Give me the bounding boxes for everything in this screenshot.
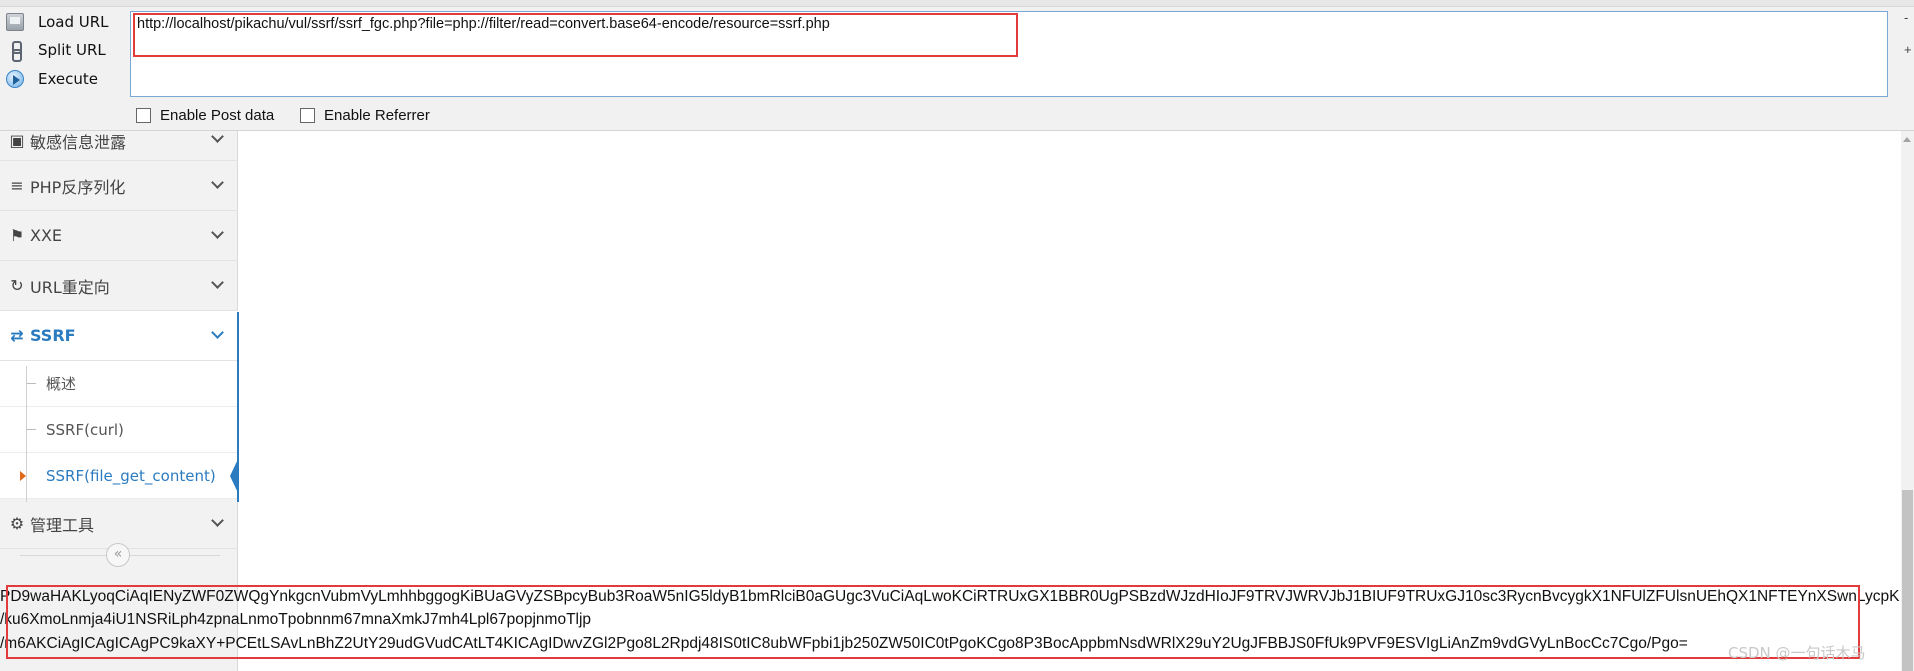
hackbar-toolbar: Load URL Split URL Execute http://localh… xyxy=(0,0,1914,131)
tree-dash xyxy=(26,429,36,430)
sidebar-collapse-button[interactable]: « xyxy=(106,543,130,567)
sidebar-item-url-redirect[interactable]: ↻ URL重定向 xyxy=(0,261,238,311)
sidebar-item-label: URL重定向 xyxy=(30,277,110,297)
csdn-watermark: CSDN @一句话木马 xyxy=(1728,644,1866,662)
execute-label: Execute xyxy=(38,70,98,88)
base64-output: PD9waHAKLyoqCiAqIENyZWF0ZWQgYnkgcnVubmVy… xyxy=(0,586,1900,656)
list-icon: ≡ xyxy=(10,175,24,195)
sidebar-item-label: XXE xyxy=(30,226,63,245)
enable-referrer-checkbox[interactable] xyxy=(300,108,315,123)
output-line: PD9waHAKLyoqCiAqIENyZWF0ZWQgYnkgcnVubmVy… xyxy=(0,588,1900,605)
url-textarea[interactable]: http://localhost/pikachu/vul/ssrf/ssrf_f… xyxy=(130,11,1888,97)
chevron-down-icon xyxy=(211,176,224,189)
gear-icon: ⚙ xyxy=(9,513,25,533)
sidebar-item-ssrf[interactable]: ⇄ SSRF xyxy=(0,311,238,361)
sidebar-item-admin-tools[interactable]: ⚙ 管理工具 xyxy=(0,499,238,549)
split-url-icon xyxy=(6,41,24,62)
chevron-down-icon xyxy=(211,130,224,143)
output-line: /m6AKCiAgICAgICAgPC9kaXY+PCEtLSAvLnBhZ2U… xyxy=(0,635,1688,652)
enable-referrer-option[interactable]: Enable Referrer xyxy=(300,107,430,124)
scroll-up-arrow-icon[interactable] xyxy=(1903,137,1911,142)
output-line: /ku6XmoLnmja4iU1NSRiLph4zpnaLnmoTpobnnm6… xyxy=(0,611,592,628)
sidebar-item-xxe[interactable]: ⚑ XXE xyxy=(0,211,238,261)
chevron-down-icon xyxy=(211,226,224,239)
url-value: http://localhost/pikachu/vul/ssrf/ssrf_f… xyxy=(137,16,830,32)
toolbar-top-strip xyxy=(0,0,1914,7)
exchange-icon: ⇄ xyxy=(10,325,24,345)
execute-icon xyxy=(6,70,24,88)
sidebar-item-label: 管理工具 xyxy=(30,515,95,535)
sidebar-subitem-ssrf-curl[interactable]: SSRF(curl) xyxy=(0,407,238,453)
tree-dash xyxy=(26,383,36,384)
chevron-down-icon xyxy=(211,276,224,289)
refresh-icon: ↻ xyxy=(10,275,24,295)
sidebar-item-label: 敏感信息泄露 xyxy=(30,132,127,152)
split-url-label: Split URL xyxy=(38,41,106,59)
chevron-down-icon xyxy=(211,514,224,527)
tree-guide-line xyxy=(26,366,27,502)
sidebar-item-php-unserialize[interactable]: ≡ PHP反序列化 xyxy=(0,161,238,211)
sidebar-subitem-label: SSRF(curl) xyxy=(46,420,124,439)
sidebar-item-label: PHP反序列化 xyxy=(30,177,126,197)
load-url-icon xyxy=(6,13,24,31)
sidebar-subitem-label: SSRF(file_get_content) xyxy=(46,466,216,485)
split-url-button[interactable]: Split URL xyxy=(6,37,126,63)
camera-icon: ▣ xyxy=(9,130,25,150)
enable-referrer-label: Enable Referrer xyxy=(324,107,430,124)
load-url-label: Load URL xyxy=(38,13,109,31)
execute-button[interactable]: Execute xyxy=(6,66,126,92)
sidebar-subitem-overview[interactable]: 概述 xyxy=(0,361,238,407)
sidebar-subitem-label: 概述 xyxy=(46,375,77,393)
toolbar-plus-mark: + xyxy=(1904,42,1912,57)
chevron-down-icon xyxy=(211,326,224,339)
sidebar-subitem-ssrf-file-get-content[interactable]: SSRF(file_get_content) xyxy=(0,453,239,499)
scrollbar-thumb[interactable] xyxy=(1902,490,1913,671)
sidebar-item-sensitive-info[interactable]: ▣ 敏感信息泄露 xyxy=(0,121,238,161)
flag-icon: ⚑ xyxy=(9,225,25,245)
toolbar-minus-mark: - xyxy=(1904,10,1909,25)
sidebar-item-label: SSRF xyxy=(30,326,76,345)
active-section-edge xyxy=(237,312,239,502)
load-url-button[interactable]: Load URL xyxy=(6,9,126,35)
